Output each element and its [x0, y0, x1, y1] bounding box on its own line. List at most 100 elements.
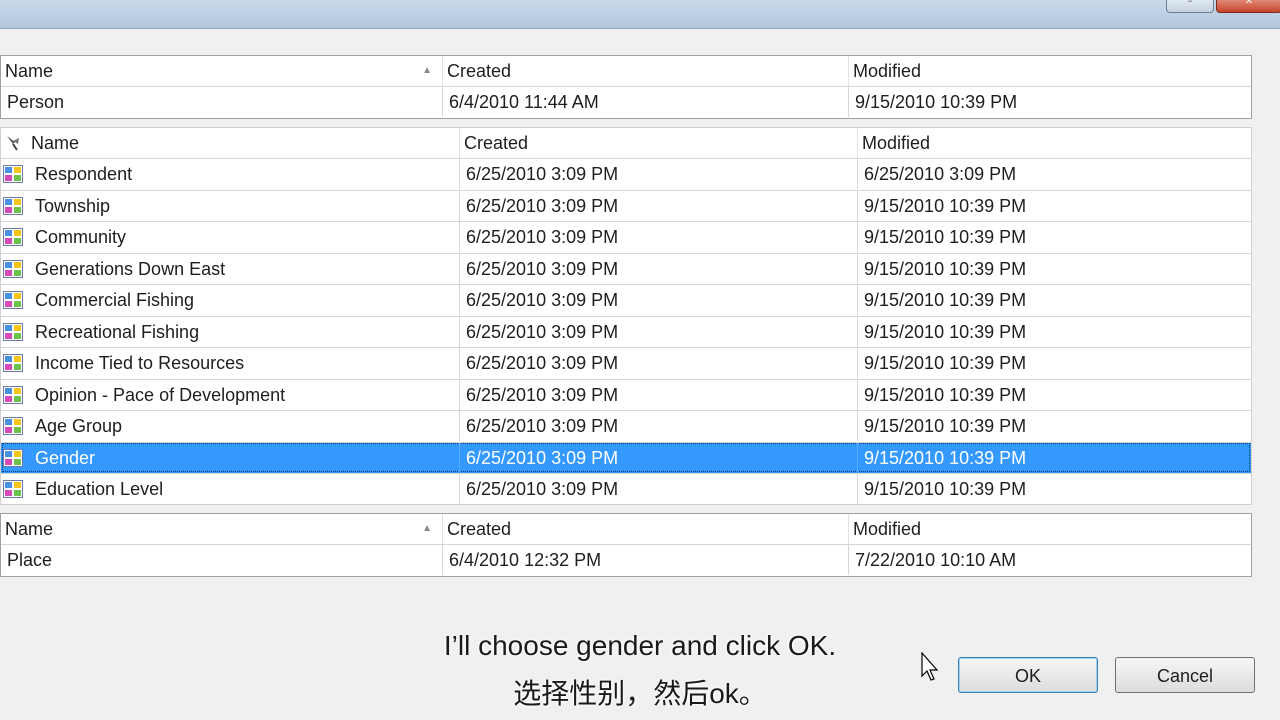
modified-cell-text: 7/22/2010 10:10 AM	[855, 550, 1017, 570]
pin-icon	[7, 136, 19, 151]
attribute-grid-icon	[3, 354, 23, 372]
created-cell-text: 6/25/2010 3:09 PM	[466, 258, 619, 279]
column-header-name[interactable]: Name	[1, 128, 460, 158]
modified-cell-text: 9/15/2010 10:39 PM	[864, 479, 1027, 499]
person-table-header: Name ▲ Created Modified	[1, 56, 1251, 86]
created-cell-text: 6/4/2010 11:44 AM	[449, 92, 599, 112]
person-classification-table: Name ▲ Created Modified Person 6/4/2010 1…	[0, 55, 1252, 119]
table-row[interactable]: Opinion - Pace of Development 6/25/2010 3…	[1, 378, 1251, 410]
sort-arrow-icon: ▲	[422, 523, 432, 534]
modified-cell: 9/15/2010 10:39 PM	[858, 348, 1251, 378]
created-cell-text: 6/25/2010 3:09 PM	[466, 195, 619, 216]
table-row[interactable]: Commercial Fishing 6/25/2010 3:09 PM 9/15/…	[1, 284, 1251, 315]
modified-cell-text: 9/15/2010 10:39 PM	[864, 384, 1027, 405]
created-cell: 6/25/2010 3:09 PM	[460, 348, 858, 378]
attribute-grid-icon	[3, 480, 23, 498]
created-cell: 6/25/2010 3:09 PM	[460, 190, 858, 221]
attribute-grid-icon	[3, 322, 23, 341]
table-row[interactable]: Township 6/25/2010 3:09 PM 9/15/2010 10:39…	[1, 189, 1251, 221]
sort-arrow-icon: ▲	[422, 65, 432, 76]
name-cell-text: Generations Down East	[35, 258, 226, 279]
modified-cell: 7/22/2010 10:10 AM	[849, 545, 1251, 575]
name-cell-text: Person	[7, 92, 65, 112]
modified-cell: 6/25/2010 3:09 PM	[858, 159, 1251, 189]
name-cell: Recreational Fishing	[1, 316, 460, 347]
column-header-modified[interactable]: Modified	[849, 56, 1251, 86]
created-cell: 6/25/2010 3:09 PM	[460, 316, 858, 347]
created-cell: 6/25/2010 3:09 PM	[460, 442, 858, 473]
attribute-table: Name Created Modified Respondent 6/25/201…	[0, 127, 1252, 505]
name-cell-text: Income Tied to Resources	[35, 353, 245, 373]
attribute-grid-icon	[3, 165, 23, 183]
modified-cell-text: 9/15/2010 10:39 PM	[864, 416, 1027, 436]
created-cell-text: 6/25/2010 3:09 PM	[466, 384, 619, 405]
cancel-button[interactable]: Cancel	[1115, 657, 1255, 693]
modified-cell: 9/15/2010 10:39 PM	[858, 222, 1251, 252]
close-button[interactable]: ✕	[1216, 0, 1280, 13]
modified-cell: 9/15/2010 10:39 PM	[858, 191, 1251, 221]
modified-cell: 9/15/2010 10:39 PM	[858, 285, 1251, 315]
table-row[interactable]: Age Group 6/25/2010 3:09 PM 9/15/2010 10:3…	[1, 410, 1251, 441]
window-title-bar: ▫ ✕	[0, 0, 1280, 29]
ok-button[interactable]: OK	[958, 657, 1098, 693]
table-row[interactable]: Generations Down East 6/25/2010 3:09 PM 9/…	[1, 252, 1251, 284]
modified-cell-text: 9/15/2010 10:39 PM	[864, 353, 1027, 373]
column-header-label: Modified	[862, 133, 931, 153]
name-cell: Gender	[1, 442, 460, 473]
created-cell: 6/25/2010 3:09 PM	[460, 159, 858, 189]
column-header-modified[interactable]: Modified	[858, 128, 1251, 158]
table-row[interactable]: Gender 6/25/2010 3:09 PM 9/15/2010 10:39 P…	[1, 441, 1251, 473]
modified-cell-text: 9/15/2010 10:39 PM	[855, 92, 1018, 112]
maximize-button[interactable]: ▫	[1166, 0, 1214, 13]
attribute-grid-icon	[3, 385, 23, 404]
maximize-icon: ▫	[1188, 0, 1192, 7]
created-cell: 6/25/2010 3:09 PM	[460, 411, 858, 441]
created-cell: 6/25/2010 3:09 PM	[460, 222, 858, 252]
name-cell-text: Recreational Fishing	[35, 321, 200, 342]
name-cell-text: Opinion - Pace of Development	[35, 384, 286, 405]
column-header-created[interactable]: Created	[460, 128, 858, 158]
place-classification-table: Name ▲ Created Modified Place 6/4/2010 12…	[0, 513, 1252, 577]
table-row[interactable]: Respondent 6/25/2010 3:09 PM 6/25/2010 3:0…	[1, 158, 1251, 189]
attribute-grid-icon	[3, 228, 23, 246]
created-cell: 6/25/2010 3:09 PM	[460, 379, 858, 410]
modified-cell: 9/15/2010 10:39 PM	[858, 474, 1251, 504]
column-header-name[interactable]: Name ▲	[1, 514, 443, 544]
modified-cell: 9/15/2010 10:39 PM	[849, 87, 1251, 117]
column-header-label: Modified	[853, 61, 922, 81]
table-row[interactable]: Community 6/25/2010 3:09 PM 9/15/2010 10:3…	[1, 221, 1251, 252]
table-row[interactable]: Income Tied to Resources 6/25/2010 3:09 P…	[1, 347, 1251, 378]
column-header-created[interactable]: Created	[443, 514, 849, 544]
name-cell-text: Age Group	[35, 416, 123, 436]
table-row[interactable]: Education Level 6/25/2010 3:09 PM 9/15/201…	[1, 473, 1251, 504]
name-cell-text: Respondent	[35, 164, 133, 184]
created-cell: 6/4/2010 11:44 AM	[443, 87, 849, 117]
column-header-modified[interactable]: Modified	[849, 514, 1251, 544]
mouse-cursor-icon	[921, 652, 939, 681]
table-row[interactable]: Person 6/4/2010 11:44 AM 9/15/2010 10:39 P…	[1, 86, 1251, 117]
column-header-name[interactable]: Name ▲	[1, 56, 443, 86]
name-cell: Generations Down East	[1, 253, 460, 284]
name-cell: Township	[1, 190, 460, 221]
name-cell-text: Community	[35, 227, 127, 247]
name-cell: Place	[1, 545, 443, 575]
created-cell: 6/25/2010 3:09 PM	[460, 285, 858, 315]
name-cell: Person	[1, 87, 443, 117]
attribute-grid-icon	[3, 291, 23, 309]
name-cell: Education Level	[1, 474, 460, 504]
name-cell: Opinion - Pace of Development	[1, 379, 460, 410]
created-cell-text: 6/25/2010 3:09 PM	[466, 227, 619, 247]
column-header-label: Created	[447, 519, 512, 539]
name-cell: Commercial Fishing	[1, 285, 460, 315]
modified-cell-text: 6/25/2010 3:09 PM	[864, 164, 1017, 184]
table-row[interactable]: Place 6/4/2010 12:32 PM 7/22/2010 10:10 AM	[1, 544, 1251, 575]
modified-cell-text: 9/15/2010 10:39 PM	[864, 258, 1027, 279]
name-cell-text: Place	[7, 550, 53, 570]
created-cell-text: 6/25/2010 3:09 PM	[466, 416, 619, 436]
table-row[interactable]: Recreational Fishing 6/25/2010 3:09 PM 9/1…	[1, 315, 1251, 347]
modified-cell: 9/15/2010 10:39 PM	[858, 443, 1251, 473]
column-header-created[interactable]: Created	[443, 56, 849, 86]
column-header-label: Created	[464, 133, 529, 153]
close-icon: ✕	[1244, 0, 1254, 7]
column-header-label: Name	[5, 519, 54, 539]
